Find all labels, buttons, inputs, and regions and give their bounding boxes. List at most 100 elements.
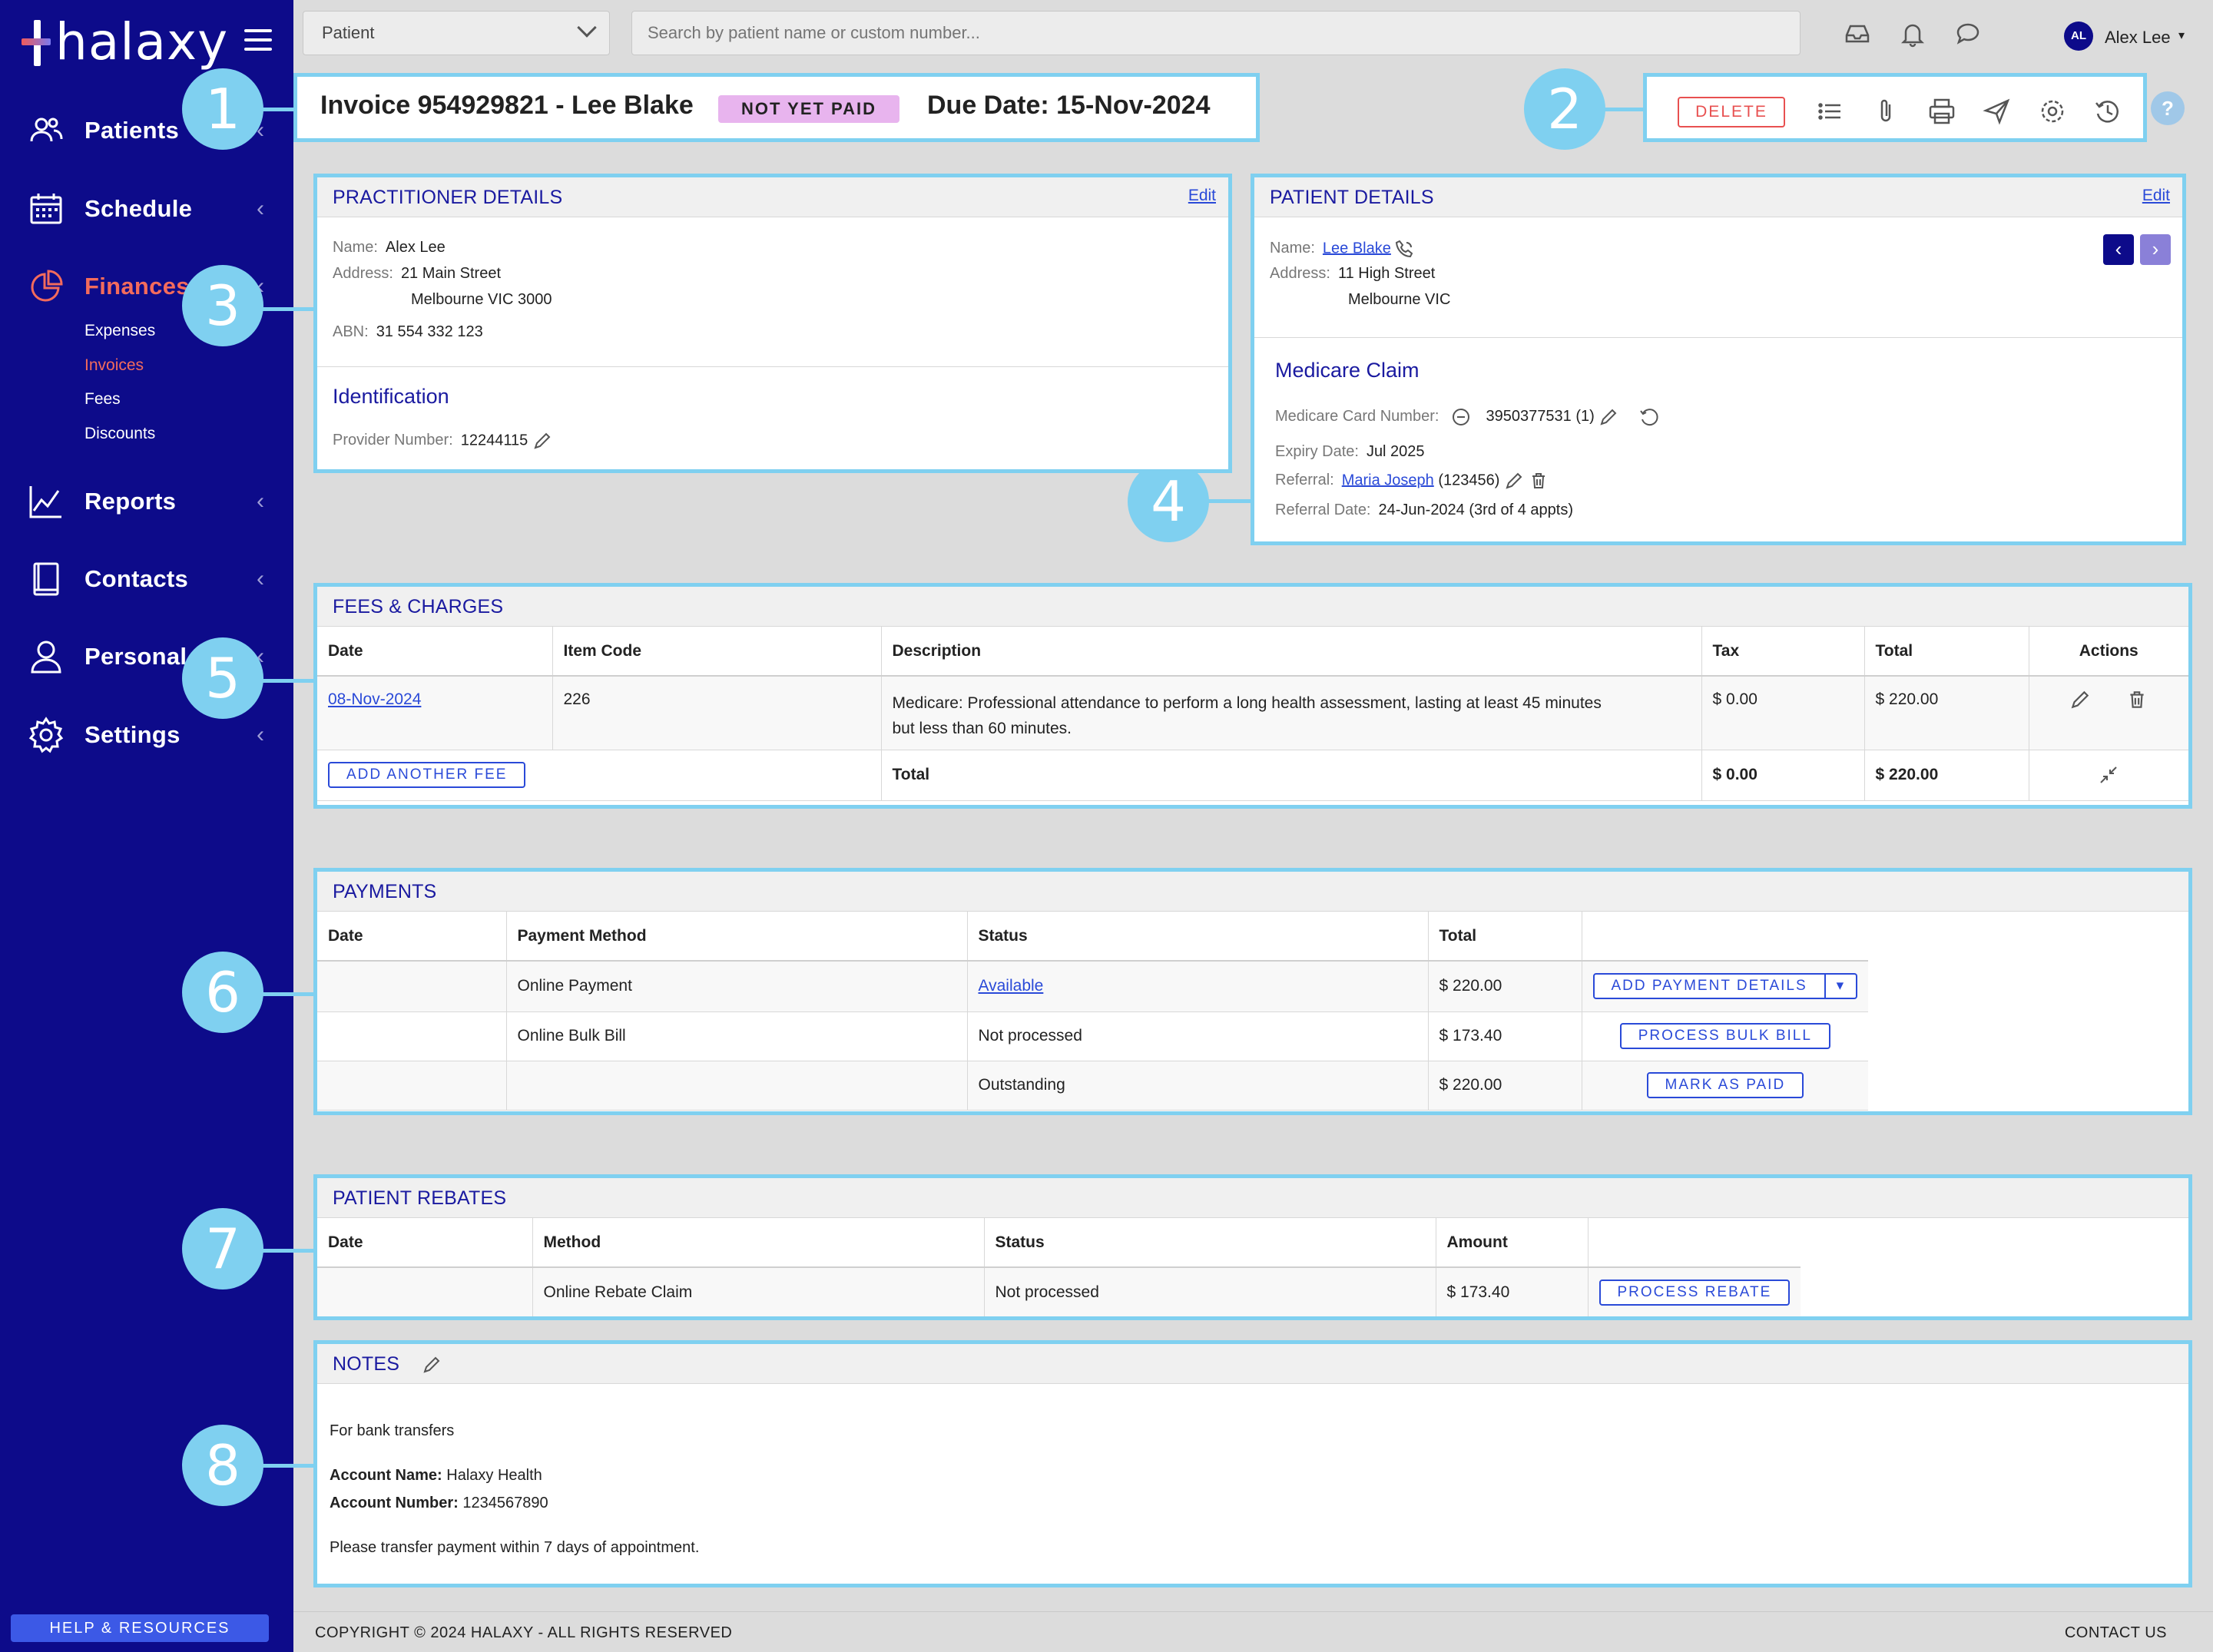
rebate-amount: $ 173.40	[1436, 1267, 1589, 1316]
panel-header: PATIENT DETAILS Edit	[1254, 177, 2182, 217]
sidebar-item-settings[interactable]: Settings ‹	[0, 704, 293, 766]
pencil-icon[interactable]	[532, 431, 552, 451]
collapse-icon[interactable]	[2098, 764, 2119, 786]
inbox-icon[interactable]	[1844, 20, 1871, 48]
chevron-left-icon: ‹	[257, 722, 264, 747]
sidebar-item-contacts[interactable]: Contacts ‹	[0, 548, 293, 610]
sidebar-item-label: Contacts	[84, 565, 189, 592]
table-row: Online Bulk Bill Not processed $ 173.40 …	[317, 1011, 1869, 1061]
fee-total: $ 220.00	[1864, 676, 2029, 750]
col-actions: Actions	[2029, 627, 2188, 677]
sidebar-item-label: Reports	[84, 488, 177, 515]
trash-icon[interactable]	[1529, 471, 1549, 491]
payment-method	[506, 1061, 968, 1111]
subnav-expenses[interactable]: Expenses	[84, 322, 155, 340]
chevron-left-icon: ‹	[257, 488, 264, 514]
bell-icon[interactable]	[1899, 20, 1926, 48]
panel-title: PATIENT REBATES	[333, 1187, 507, 1209]
chat-icon[interactable]	[1954, 20, 1982, 48]
patient-name-link[interactable]: Lee Blake	[1323, 240, 1391, 257]
previous-patient-button[interactable]: ‹	[2103, 234, 2134, 265]
users-icon	[30, 118, 63, 142]
list-icon[interactable]	[1816, 97, 1845, 126]
notes-line-1: For bank transfers	[330, 1422, 455, 1439]
subnav-discounts[interactable]: Discounts	[84, 425, 155, 443]
user-name[interactable]: Alex Lee	[2105, 28, 2171, 48]
paperclip-icon[interactable]	[1871, 97, 1900, 126]
help-icon[interactable]: ?	[2151, 91, 2185, 125]
col-status: Status	[967, 912, 1429, 962]
history-icon[interactable]	[2093, 97, 2122, 126]
col-action	[1582, 912, 1869, 962]
chevron-left-icon: ‹	[257, 566, 264, 591]
help-resources-button[interactable]: HELP & RESOURCES	[11, 1614, 269, 1642]
add-payment-details-button[interactable]: ADD PAYMENT DETAILS	[1592, 973, 1826, 1000]
patient-type-select[interactable]: Patient	[303, 11, 610, 55]
history-icon[interactable]	[1638, 406, 1660, 428]
contact-us-link[interactable]: CONTACT US	[2065, 1624, 2167, 1642]
pencil-icon[interactable]	[2069, 689, 2091, 710]
table-header-row: Date Payment Method Status Total	[317, 912, 1869, 962]
search-input[interactable]	[631, 11, 1801, 55]
gear-icon	[28, 717, 64, 753]
fee-date-link[interactable]: 08-Nov-2024	[328, 690, 421, 708]
copyright-text: COPYRIGHT © 2024 HALAXY - ALL RIGHTS RES…	[315, 1624, 733, 1641]
chevron-down-icon	[577, 18, 597, 38]
pencil-icon[interactable]	[1504, 471, 1524, 491]
subnav-invoices[interactable]: Invoices	[84, 356, 144, 375]
pie-chart-icon	[31, 270, 63, 302]
edit-patient-link[interactable]: Edit	[2142, 187, 2170, 205]
minus-circle-icon[interactable]	[1451, 407, 1471, 427]
practitioner-abn: ABN: 31 554 332 123	[333, 323, 483, 340]
process-bulk-bill-button[interactable]: PROCESS BULK BILL	[1619, 1023, 1830, 1049]
logo-wordmark: halaxy	[55, 12, 229, 71]
delete-button[interactable]: DELETE	[1678, 97, 1785, 127]
caret-down-icon[interactable]: ▾	[1825, 973, 1858, 1000]
payment-date	[317, 1011, 507, 1061]
logo-mark	[22, 15, 52, 69]
identification-heading: Identification	[333, 385, 449, 408]
fee-description: Medicare: Professional attendance to per…	[881, 676, 1702, 750]
table-row: Online Rebate Claim Not processed $ 173.…	[317, 1267, 1801, 1316]
referral-link[interactable]: Maria Joseph	[1342, 472, 1434, 488]
col-payment-method: Payment Method	[506, 912, 968, 962]
col-action	[1588, 1218, 1801, 1268]
sidebar-item-schedule[interactable]: Schedule ‹	[0, 178, 293, 240]
trash-icon[interactable]	[2126, 689, 2148, 710]
patient-name: Name: Lee Blake	[1270, 239, 1415, 259]
total-tax: $ 0.00	[1701, 750, 1865, 801]
halaxy-logo[interactable]: halaxy	[22, 12, 228, 71]
process-rebate-button[interactable]: PROCESS REBATE	[1598, 1279, 1791, 1306]
callout-connector	[1208, 499, 1254, 503]
payment-total: $ 220.00	[1428, 1061, 1582, 1111]
payment-method: Online Bulk Bill	[506, 1011, 968, 1061]
phone-icon[interactable]	[1395, 239, 1415, 259]
sidebar-item-reports[interactable]: Reports ‹	[0, 471, 293, 532]
panel-title: PAYMENTS	[333, 881, 437, 902]
caret-down-icon[interactable]: ▾	[2178, 28, 2185, 43]
print-icon[interactable]	[1927, 97, 1956, 126]
mark-as-paid-button[interactable]: MARK AS PAID	[1646, 1072, 1804, 1098]
practitioner-address: Address: 21 Main Street	[333, 265, 502, 282]
pencil-icon[interactable]	[1598, 407, 1618, 427]
status-available-link[interactable]: Available	[979, 977, 1044, 995]
practitioner-address-line2: Melbourne VIC 3000	[411, 291, 552, 308]
edit-practitioner-link[interactable]: Edit	[1188, 187, 1216, 205]
total-amount: $ 220.00	[1864, 750, 2029, 801]
payment-total: $ 220.00	[1428, 961, 1582, 1012]
avatar[interactable]: AL	[2064, 22, 2093, 51]
settings-gear-icon[interactable]	[2038, 97, 2067, 126]
payment-date	[317, 1061, 507, 1111]
subnav-fees[interactable]: Fees	[84, 390, 121, 409]
pencil-icon[interactable]	[422, 1355, 442, 1375]
next-patient-button[interactable]: ›	[2140, 234, 2171, 265]
add-another-fee-button[interactable]: ADD ANOTHER FEE	[328, 762, 526, 788]
callout-7: 7	[182, 1208, 263, 1289]
practitioner-panel: PRACTITIONER DETAILS Edit Name: Alex Lee …	[313, 174, 1232, 473]
send-icon[interactable]	[1983, 97, 2012, 126]
payment-status: Outstanding	[967, 1061, 1429, 1111]
col-amount: Amount	[1436, 1218, 1589, 1268]
referral: Referral: Maria Joseph (123456)	[1275, 471, 1549, 491]
callout-2: 2	[1524, 68, 1605, 150]
hamburger-menu-icon[interactable]	[244, 29, 272, 57]
